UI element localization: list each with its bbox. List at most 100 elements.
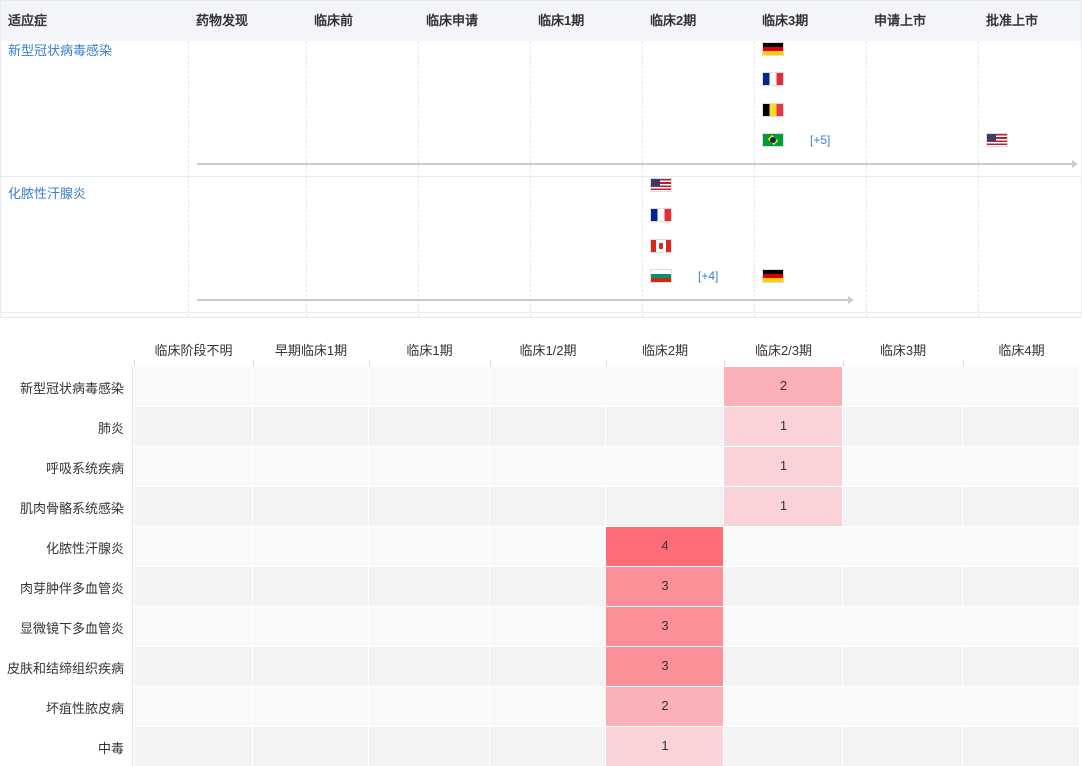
heatmap-cell [606, 447, 723, 486]
heatmap-cell [134, 567, 252, 606]
heatmap-cell [253, 727, 368, 766]
heatmap-cell-value: 1 [661, 738, 669, 753]
heatmap-cell [134, 487, 252, 526]
heatmap-cell [369, 567, 489, 606]
heatmap-cell [134, 447, 252, 486]
heatmap-cell [369, 487, 489, 526]
heatmap-cell [369, 607, 489, 646]
heatmap-cell [369, 407, 489, 446]
heatmap-cell [843, 487, 962, 526]
heatmap-cell [134, 607, 252, 646]
heatmap-cell [253, 687, 368, 726]
heatmap-y-tick-label: 显微镜下多血管炎 [19, 621, 124, 636]
heatmap-cell [843, 447, 962, 486]
heatmap-cell [134, 687, 252, 726]
heatmap-cell [843, 567, 962, 606]
heatmap-cell [253, 407, 368, 446]
heatmap-cell-value: 1 [779, 418, 788, 433]
heatmap-cell-value: 3 [661, 658, 669, 673]
heatmap-cell [369, 647, 489, 686]
heatmap-cell [606, 407, 723, 446]
heatmap-cell [963, 647, 1079, 686]
heatmap-x-tick [369, 360, 370, 366]
heatmap-cell [724, 567, 842, 606]
heatmap-cell [963, 487, 1079, 526]
heatmap-y-tick-label: 化脓性汗腺炎 [45, 541, 124, 556]
heatmap-x-tick [843, 360, 844, 366]
heatmap-cell [963, 407, 1079, 446]
heatmap-cell [369, 727, 489, 766]
heatmap-cell-value: 4 [661, 538, 669, 553]
heatmap-cell-value: 2 [661, 698, 669, 713]
heatmap-cell [490, 687, 605, 726]
heatmap-cell [490, 727, 605, 766]
heatmap-cell [490, 647, 605, 686]
heatmap-x-tick [134, 360, 135, 366]
heatmap-cell [253, 567, 368, 606]
pipeline-table: 适应症 药物发现 临床前 临床申请 临床1期 临床2期 临床3期 申请上市 批准上市 新型冠状病… [0, 0, 1082, 318]
heatmap-x-tick-label: 临床2/3期 [754, 343, 813, 358]
heatmap-chart: 临床阶段不明 早期临床1期 临床1期 临床1/2期 临床2期 临床2/3期 临床3期 临床4期… [0, 318, 1082, 766]
heatmap-cell [490, 527, 605, 566]
heatmap-cell [253, 527, 368, 566]
heatmap-cell [490, 567, 605, 606]
heatmap-y-tick-label: 皮肤和结缔组织疾病 [6, 661, 124, 676]
heatmap-cell [134, 407, 252, 446]
heatmap-cell [843, 647, 962, 686]
heatmap-x-tick [490, 360, 491, 366]
heatmap-cell [134, 367, 252, 406]
heatmap-x-tick-label: 临床4期 [998, 343, 1045, 358]
heatmap-cell [369, 527, 489, 566]
heatmap-y-tick-label: 中毒 [97, 741, 124, 756]
heatmap-x-tick [606, 360, 607, 366]
heatmap-cell [843, 367, 962, 406]
heatmap-cell-value: 1 [779, 458, 788, 473]
heatmap-cell [369, 447, 489, 486]
heatmap-cell [253, 367, 368, 406]
heatmap-cell [724, 687, 842, 726]
heatmap-y-tick-label: 坏疽性脓皮病 [45, 701, 124, 716]
heatmap-cell [253, 607, 368, 646]
heatmap-cell-value: 2 [779, 378, 788, 393]
heatmap-x-tick-label: 临床1期 [406, 343, 453, 358]
heatmap-cell [843, 607, 962, 646]
heatmap-cell [134, 527, 252, 566]
heatmap-cell-value: 3 [661, 618, 669, 633]
heatmap-cell [369, 367, 489, 406]
heatmap-y-tick-label: 肉芽肿伴多血管炎 [19, 581, 124, 596]
heatmap-cell [490, 607, 605, 646]
heatmap-cell [963, 567, 1079, 606]
heatmap-cell-value: 1 [779, 498, 788, 513]
heatmap-cell [490, 447, 605, 486]
heatmap-y-tick-label: 肺炎 [97, 421, 124, 436]
heatmap-x-tick-label: 临床2期 [641, 343, 689, 358]
heatmap-cell [369, 687, 489, 726]
heatmap-cell [843, 727, 962, 766]
heatmap-cell [490, 367, 605, 406]
heatmap-cell-value: 3 [661, 578, 669, 593]
heatmap-x-tick-label: 临床1/2期 [519, 343, 577, 358]
heatmap-cell [253, 647, 368, 686]
heatmap-cell [843, 527, 962, 566]
heatmap-cell [134, 727, 252, 766]
heatmap-x-tick [963, 360, 964, 366]
heatmap-cell [490, 487, 605, 526]
heatmap-cell [253, 487, 368, 526]
heatmap-cell [606, 487, 723, 526]
heatmap-cell [963, 367, 1079, 406]
heatmap-cell [963, 527, 1079, 566]
heatmap-cell [843, 407, 962, 446]
heatmap-cell [963, 687, 1079, 726]
heatmap-x-tick [253, 360, 254, 366]
heatmap-x-tick-label: 临床阶段不明 [154, 343, 233, 358]
heatmap-x-tick-label: 临床3期 [879, 343, 927, 358]
heatmap-x-tick [724, 360, 725, 366]
heatmap-y-tick-label: 呼吸系统疾病 [45, 461, 124, 476]
heatmap-y-axis-line [132, 366, 133, 766]
pipeline-border [0, 0, 1082, 318]
heatmap-cell [724, 647, 842, 686]
heatmap-cell [843, 687, 962, 726]
heatmap-cell [963, 607, 1079, 646]
heatmap-cell [724, 607, 842, 646]
heatmap-cell [253, 447, 368, 486]
